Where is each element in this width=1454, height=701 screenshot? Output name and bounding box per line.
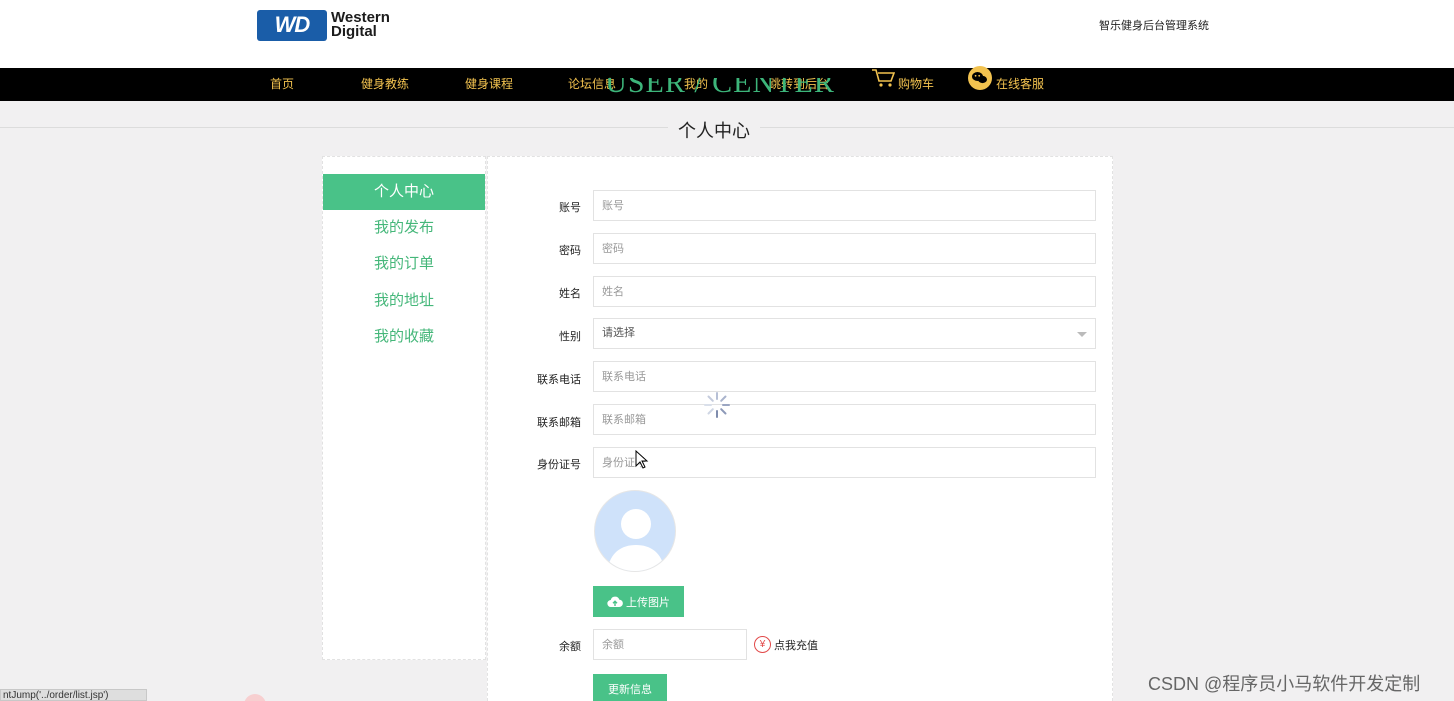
nav-support[interactable]: 在线客服: [967, 65, 1045, 104]
phone-input[interactable]: [593, 361, 1096, 392]
sidebar-item-favorites[interactable]: 我的收藏: [323, 319, 485, 355]
floating-circle-icon: [244, 694, 266, 701]
gender-selected-value: 请选择: [602, 327, 635, 339]
recharge-link[interactable]: ¥ 点我充值: [754, 636, 818, 653]
nav-cart[interactable]: 购物车: [871, 68, 934, 101]
chevron-down-icon: [1077, 332, 1087, 337]
upload-image-button[interactable]: 上传图片: [593, 586, 684, 617]
yen-icon: ¥: [754, 636, 771, 653]
balance-label: 余额: [559, 641, 581, 653]
system-title: 智乐健身后台管理系统: [1099, 20, 1209, 32]
user-center-sidebar: 个人中心 我的发布 我的订单 我的地址 我的收藏: [322, 156, 486, 660]
update-info-button[interactable]: 更新信息: [593, 674, 667, 701]
mouse-cursor-icon: [635, 449, 649, 473]
password-label: 密码: [559, 245, 581, 257]
email-input[interactable]: [593, 404, 1096, 435]
update-info-label: 更新信息: [608, 684, 652, 696]
upload-image-label: 上传图片: [626, 596, 670, 609]
nav-home[interactable]: 首页: [270, 68, 294, 101]
top-header: WD Western Digital 智乐健身后台管理系统: [0, 0, 1454, 68]
id-card-label: 身份证号: [537, 459, 581, 471]
password-input[interactable]: [593, 233, 1096, 264]
csdn-watermark: CSDN @程序员小马软件开发定制: [1148, 674, 1421, 694]
wechat-icon: [967, 65, 993, 104]
email-label: 联系邮箱: [537, 417, 581, 429]
brand-logo[interactable]: WD Western Digital: [257, 9, 390, 41]
loading-spinner-icon: [703, 391, 731, 419]
account-label: 账号: [559, 202, 581, 214]
user-silhouette-icon: [607, 509, 665, 571]
nav-trainers[interactable]: 健身教练: [361, 68, 409, 101]
sidebar-item-profile[interactable]: 个人中心: [323, 174, 485, 210]
background-title: USER / CENTER: [560, 78, 880, 108]
phone-label: 联系电话: [537, 374, 581, 386]
nav-support-label: 在线客服: [996, 77, 1045, 91]
gender-select[interactable]: 请选择: [593, 318, 1096, 349]
name-label: 姓名: [559, 288, 581, 300]
background-title-text: USER / CENTER: [605, 78, 835, 99]
id-card-input[interactable]: [593, 447, 1096, 478]
logo-line-2: Digital: [331, 23, 377, 40]
sidebar-item-posts[interactable]: 我的发布: [323, 210, 485, 246]
nav-cart-label: 购物车: [898, 77, 935, 91]
logo-mark: WD: [257, 9, 327, 41]
sidebar-item-address[interactable]: 我的地址: [323, 283, 485, 319]
browser-status-url: ntJump('../order/list.jsp'): [0, 689, 147, 701]
name-input[interactable]: [593, 276, 1096, 307]
logo-text: Western Digital: [331, 10, 390, 40]
gender-label: 性别: [559, 331, 581, 343]
sidebar-item-orders[interactable]: 我的订单: [323, 246, 485, 282]
page-title: 个人中心: [668, 117, 760, 143]
recharge-label: 点我充值: [774, 639, 818, 652]
avatar: [594, 490, 676, 572]
nav-courses[interactable]: 健身课程: [465, 68, 513, 101]
account-input[interactable]: [593, 190, 1096, 221]
cloud-upload-icon: [607, 596, 623, 608]
balance-input[interactable]: [593, 629, 747, 660]
